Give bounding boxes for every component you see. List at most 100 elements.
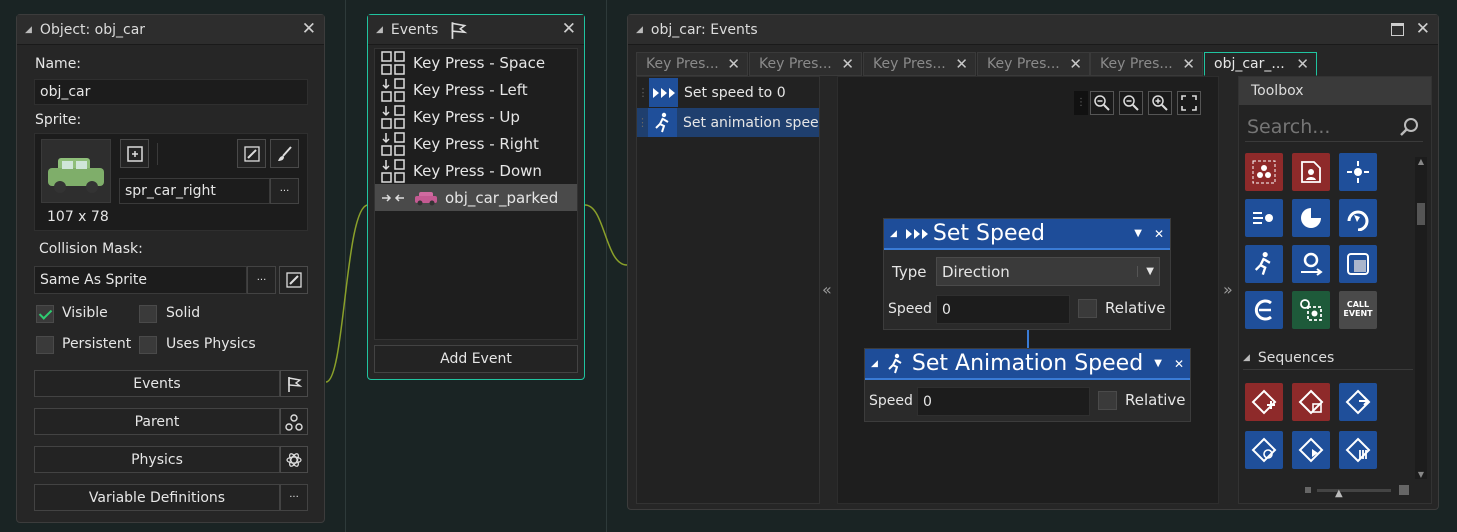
node-menu-icon[interactable]: ▼ [1134,228,1142,239]
collapse-triangle-icon[interactable]: ◢ [636,25,643,35]
scrollbar-thumb[interactable] [1417,203,1425,225]
set-speed-node-header[interactable]: ◢ Set Speed ▼ ✕ [884,219,1170,250]
close-icon[interactable]: ✕ [1416,21,1430,38]
tool-animation-speed-icon[interactable] [1245,245,1283,283]
events-flag-button[interactable] [280,370,308,397]
tool-sequence-speed-icon[interactable] [1245,431,1283,469]
collapse-triangle-icon[interactable]: ◢ [890,229,897,239]
uses-physics-checkbox[interactable] [139,336,157,354]
zoom-toolbar-grip[interactable]: ⋮ [1074,91,1088,115]
variable-definitions-button[interactable]: Variable Definitions [34,484,280,511]
tool-create-sequence-icon[interactable] [1245,383,1283,421]
close-icon[interactable]: ✕ [1154,227,1164,241]
close-icon[interactable]: ✕ [1296,56,1309,72]
tab-obj-car-parked[interactable]: obj_car_... ✕ [1204,52,1317,76]
animation-speed-input[interactable]: 0 [917,387,1090,416]
event-item-key-down[interactable]: Key Press - Down [375,157,577,184]
tool-wrap-icon[interactable] [1245,291,1283,329]
object-panel-titlebar[interactable]: ◢ Object: obj_car ✕ [17,15,324,45]
collapse-triangle-icon[interactable]: ◢ [25,25,32,35]
tool-sequence-pause-icon[interactable] [1339,431,1377,469]
event-item-key-up[interactable]: Key Press - Up [375,103,577,130]
sprite-preview[interactable] [41,139,111,203]
name-field[interactable]: obj_car [34,79,308,105]
sprite-name-field[interactable]: spr_car_right [119,178,270,204]
set-animation-speed-node[interactable]: ◢ Set Animation Speed ▼ ✕ Speed 0 Relati… [864,348,1191,422]
events-panel-titlebar[interactable]: ◢ Events ✕ [368,15,584,45]
collapse-left-arrow[interactable]: « [822,280,832,299]
events-button[interactable]: Events [34,370,280,397]
tab-key-press-4[interactable]: Key Pres... ✕ [977,52,1090,76]
close-icon[interactable]: ✕ [955,56,968,72]
tab-key-press-5[interactable]: Key Pres... ✕ [1090,52,1203,76]
set-animation-speed-node-header[interactable]: ◢ Set Animation Speed ▼ ✕ [865,349,1190,380]
tool-collision-check-icon[interactable] [1292,291,1330,329]
tool-sequence-head-icon[interactable] [1292,431,1330,469]
close-icon[interactable]: ✕ [841,56,854,72]
event-editor-titlebar[interactable]: ◢ obj_car: Events ✕ [628,15,1438,45]
collapse-triangle-icon[interactable]: ◢ [871,359,878,369]
tool-object-icon[interactable] [1292,153,1330,191]
parent-button[interactable]: Parent [34,408,280,435]
drag-handle-icon[interactable]: ⋮ [637,116,648,129]
speed-input[interactable]: 0 [936,295,1070,324]
solid-checkbox[interactable] [139,305,157,323]
edit-sprite-button[interactable] [237,139,266,168]
event-item-collision-parked[interactable]: obj_car_parked [375,184,577,211]
fit-to-screen-button[interactable] [1177,91,1201,115]
tool-image-icon[interactable] [1339,245,1377,283]
relative-checkbox[interactable] [1098,391,1117,410]
physics-button[interactable]: Physics [34,446,280,473]
sequences-section-header[interactable]: ◢ Sequences [1243,347,1413,370]
tool-instance-icon[interactable] [1245,153,1283,191]
action-item-set-animation-speed[interactable]: ⋮ Set animation speed [637,108,819,137]
dropdown-arrow-icon[interactable]: ▼ [1137,266,1154,277]
collision-mask-browse-button[interactable]: ··· [247,266,276,294]
tool-call-event[interactable]: CALL EVENT [1339,291,1377,329]
close-icon[interactable]: ✕ [302,21,316,38]
physics-icon-button[interactable] [280,446,308,473]
collision-mask-edit-button[interactable] [279,266,308,294]
event-item-key-space[interactable]: Key Press - Space [375,49,577,76]
maximize-icon[interactable] [1390,23,1404,36]
collision-mask-field[interactable]: Same As Sprite [34,266,247,294]
scroll-down-arrow-icon[interactable]: ▼ [1415,470,1427,479]
event-item-key-right[interactable]: Key Press - Right [375,130,577,157]
type-select[interactable]: Direction ▼ [936,257,1160,286]
persistent-checkbox[interactable] [36,336,54,354]
collapse-right-arrow[interactable]: » [1223,280,1233,299]
set-speed-node[interactable]: ◢ Set Speed ▼ ✕ Type Direction ▼ Speed 0… [883,218,1171,330]
tool-bounce-icon[interactable] [1292,199,1330,237]
paint-sprite-button[interactable] [270,139,299,168]
search-icon[interactable] [1399,116,1421,138]
tool-friction-icon[interactable] [1245,199,1283,237]
tool-gravity-icon[interactable] [1339,153,1377,191]
icon-size-slider[interactable]: ▲ [1305,485,1409,499]
variable-definitions-more-button[interactable]: ··· [280,484,308,511]
toolbox-search[interactable] [1245,113,1423,142]
close-icon[interactable]: ✕ [1069,56,1082,72]
slider-handle-icon[interactable]: ▲ [1335,489,1343,499]
scroll-up-arrow-icon[interactable]: ▲ [1415,157,1427,166]
node-menu-icon[interactable]: ▼ [1154,358,1162,369]
close-icon[interactable]: ✕ [1174,357,1184,371]
tab-key-press-2[interactable]: Key Pres... ✕ [749,52,862,76]
tool-destroy-sequence-icon[interactable] [1292,383,1330,421]
close-icon[interactable]: ✕ [562,21,576,38]
collapse-triangle-icon[interactable]: ◢ [1243,353,1250,363]
collapse-triangle-icon[interactable]: ◢ [376,25,383,35]
event-item-key-left[interactable]: Key Press - Left [375,76,577,103]
zoom-in-button[interactable] [1148,91,1172,115]
new-sprite-button[interactable] [120,139,149,168]
visible-checkbox[interactable] [36,305,54,323]
toolbox-search-input[interactable] [1245,113,1389,141]
toolbox-scrollbar[interactable]: ▲ ▼ [1415,157,1427,479]
tab-key-press-3[interactable]: Key Pres... ✕ [863,52,976,76]
tool-direction-icon[interactable] [1339,199,1377,237]
drag-handle-icon[interactable]: ⋮ [637,86,649,99]
tab-key-press-1[interactable]: Key Pres... ✕ [636,52,748,76]
parent-icon-button[interactable] [280,408,308,435]
add-event-button[interactable]: Add Event [374,345,578,373]
zoom-reset-button[interactable] [1090,91,1114,115]
relative-checkbox[interactable] [1078,299,1097,318]
